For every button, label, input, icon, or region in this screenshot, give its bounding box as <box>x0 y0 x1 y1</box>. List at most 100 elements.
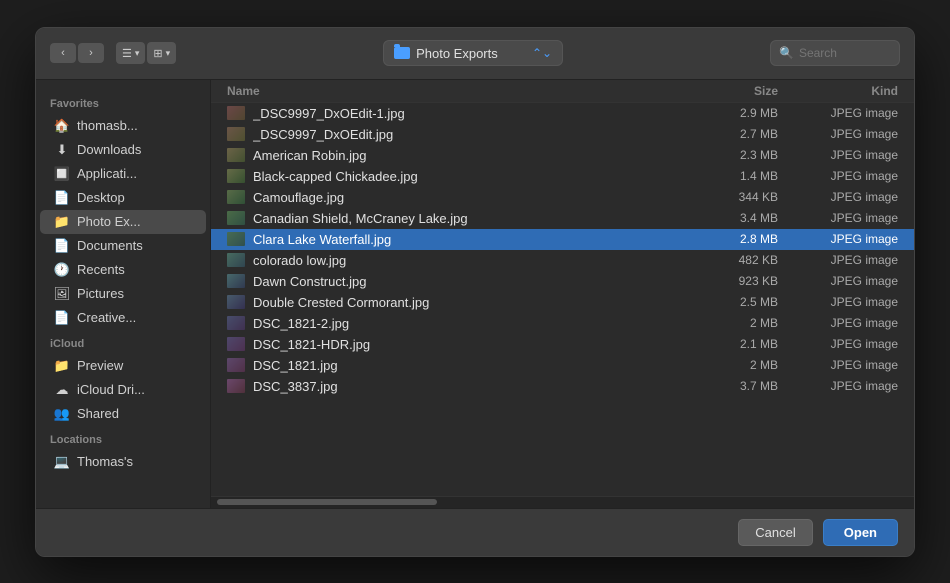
forward-button[interactable]: › <box>78 43 104 63</box>
sidebar-section-locations: Locations <box>36 426 210 450</box>
footer: Cancel Open <box>36 508 914 556</box>
location-pill-inner: Photo Exports <box>394 46 498 61</box>
sidebar-item-icloud-drive[interactable]: ☁iCloud Dri... <box>40 378 206 402</box>
file-name: American Robin.jpg <box>253 148 698 163</box>
search-input[interactable] <box>799 46 889 60</box>
file-thumbnail <box>227 253 245 267</box>
nav-buttons: ‹ › <box>50 43 104 63</box>
back-button[interactable]: ‹ <box>50 43 76 63</box>
sidebar-icon-recents: 🕐 <box>54 262 70 278</box>
sidebar-label-desktop: Desktop <box>77 190 125 205</box>
sidebar-label-thomass: Thomas's <box>77 454 133 469</box>
sidebar-label-preview: Preview <box>77 358 123 373</box>
sidebar-item-thomass[interactable]: 💻 Thomas's <box>40 450 206 474</box>
file-thumbnail <box>227 337 245 351</box>
location-selector[interactable]: Photo Exports ⌃⌄ <box>383 40 563 66</box>
table-row[interactable]: DSC_1821.jpg2 MBJPEG image <box>211 355 914 376</box>
table-row[interactable]: Double Crested Cormorant.jpg2.5 MBJPEG i… <box>211 292 914 313</box>
file-size: 3.7 MB <box>698 379 778 393</box>
file-name: _DSC9997_DxOEdit-1.jpg <box>253 106 698 121</box>
sidebar-icon-desktop: 📄 <box>54 190 70 206</box>
table-row[interactable]: Dawn Construct.jpg923 KBJPEG image <box>211 271 914 292</box>
sidebar-item-applications[interactable]: 🔲Applicati... <box>40 162 206 186</box>
file-thumbnail <box>227 316 245 330</box>
column-name: Name <box>227 84 698 98</box>
file-name: Black-capped Chickadee.jpg <box>253 169 698 184</box>
file-kind: JPEG image <box>778 274 898 288</box>
sidebar-item-shared[interactable]: 👥Shared <box>40 402 206 426</box>
sidebar-icon-shared: 👥 <box>54 406 70 422</box>
file-size: 1.4 MB <box>698 169 778 183</box>
sidebar-item-photo-exports[interactable]: 📁Photo Ex... <box>40 210 206 234</box>
grid-view-button[interactable]: ⊞ ▾ <box>147 42 176 64</box>
list-view-chevron: ▾ <box>135 48 140 59</box>
table-row[interactable]: Canadian Shield, McCraney Lake.jpg3.4 MB… <box>211 208 914 229</box>
file-kind: JPEG image <box>778 169 898 183</box>
sidebar-icon-downloads: ⬇ <box>54 142 70 158</box>
grid-view-icon: ⊞ <box>153 47 162 60</box>
sidebar-item-recents[interactable]: 🕐Recents <box>40 258 206 282</box>
sidebar-icon-preview: 📁 <box>54 358 70 374</box>
table-row[interactable]: Camouflage.jpg344 KBJPEG image <box>211 187 914 208</box>
file-open-dialog: ‹ › ☰ ▾ ⊞ ▾ Photo Exports ⌃⌄ 🔍 <box>35 27 915 557</box>
sidebar-item-documents[interactable]: 📄Documents <box>40 234 206 258</box>
file-thumbnail <box>227 190 245 204</box>
column-size: Size <box>698 84 778 98</box>
open-button[interactable]: Open <box>823 519 898 546</box>
file-size: 2 MB <box>698 358 778 372</box>
toolbar: ‹ › ☰ ▾ ⊞ ▾ Photo Exports ⌃⌄ 🔍 <box>36 28 914 80</box>
main-content: Favorites🏠thomasb...⬇Downloads🔲Applicati… <box>36 80 914 508</box>
column-kind: Kind <box>778 84 898 98</box>
file-kind: JPEG image <box>778 316 898 330</box>
file-thumbnail <box>227 169 245 183</box>
table-row[interactable]: _DSC9997_DxOEdit-1.jpg2.9 MBJPEG image <box>211 103 914 124</box>
file-list[interactable]: _DSC9997_DxOEdit-1.jpg2.9 MBJPEG image_D… <box>211 103 914 496</box>
file-size: 2.1 MB <box>698 337 778 351</box>
view-buttons: ☰ ▾ ⊞ ▾ <box>116 42 176 64</box>
file-thumbnail <box>227 148 245 162</box>
file-name: Clara Lake Waterfall.jpg <box>253 232 698 247</box>
sidebar-icon-thomass: 💻 <box>54 454 70 470</box>
sidebar: Favorites🏠thomasb...⬇Downloads🔲Applicati… <box>36 80 211 508</box>
file-kind: JPEG image <box>778 190 898 204</box>
sidebar-item-thomasb[interactable]: 🏠thomasb... <box>40 114 206 138</box>
file-size: 482 KB <box>698 253 778 267</box>
location-name: Photo Exports <box>416 46 498 61</box>
list-view-icon: ☰ <box>122 47 132 60</box>
sidebar-icon-creative: 📄 <box>54 310 70 326</box>
scroll-bar[interactable] <box>217 499 437 505</box>
file-name: DSC_1821-2.jpg <box>253 316 698 331</box>
sidebar-section-favorites: Favorites <box>36 90 210 114</box>
file-size: 3.4 MB <box>698 211 778 225</box>
file-kind: JPEG image <box>778 337 898 351</box>
file-thumbnail <box>227 358 245 372</box>
scroll-track <box>211 496 914 508</box>
list-view-button[interactable]: ☰ ▾ <box>116 42 145 64</box>
sidebar-item-preview[interactable]: 📁 Preview <box>40 354 206 378</box>
search-box[interactable]: 🔍 <box>770 40 900 66</box>
sidebar-section-icloud: iCloud <box>36 330 210 354</box>
sidebar-label-icloud-drive: iCloud Dri... <box>77 382 145 397</box>
file-kind: JPEG image <box>778 211 898 225</box>
file-kind: JPEG image <box>778 127 898 141</box>
sidebar-label-pictures: Pictures <box>77 286 124 301</box>
table-row[interactable]: DSC_3837.jpg3.7 MBJPEG image <box>211 376 914 397</box>
table-row[interactable]: DSC_1821-HDR.jpg2.1 MBJPEG image <box>211 334 914 355</box>
folder-icon <box>394 47 410 59</box>
table-row[interactable]: American Robin.jpg2.3 MBJPEG image <box>211 145 914 166</box>
table-row[interactable]: DSC_1821-2.jpg2 MBJPEG image <box>211 313 914 334</box>
file-size: 2.9 MB <box>698 106 778 120</box>
table-row[interactable]: _DSC9997_DxOEdit.jpg2.7 MBJPEG image <box>211 124 914 145</box>
sidebar-icon-thomasb: 🏠 <box>54 118 70 134</box>
table-row[interactable]: Black-capped Chickadee.jpg1.4 MBJPEG ima… <box>211 166 914 187</box>
sidebar-item-creative[interactable]: 📄Creative... <box>40 306 206 330</box>
sidebar-item-pictures[interactable]: 🖼Pictures <box>40 282 206 306</box>
table-row[interactable]: Clara Lake Waterfall.jpg2.8 MBJPEG image <box>211 229 914 250</box>
table-row[interactable]: colorado low.jpg482 KBJPEG image <box>211 250 914 271</box>
cancel-button[interactable]: Cancel <box>738 519 812 546</box>
grid-view-chevron: ▾ <box>166 48 171 59</box>
sidebar-item-downloads[interactable]: ⬇Downloads <box>40 138 206 162</box>
file-thumbnail <box>227 274 245 288</box>
sidebar-item-desktop[interactable]: 📄 Desktop <box>40 186 206 210</box>
sidebar-icon-applications: 🔲 <box>54 166 70 182</box>
